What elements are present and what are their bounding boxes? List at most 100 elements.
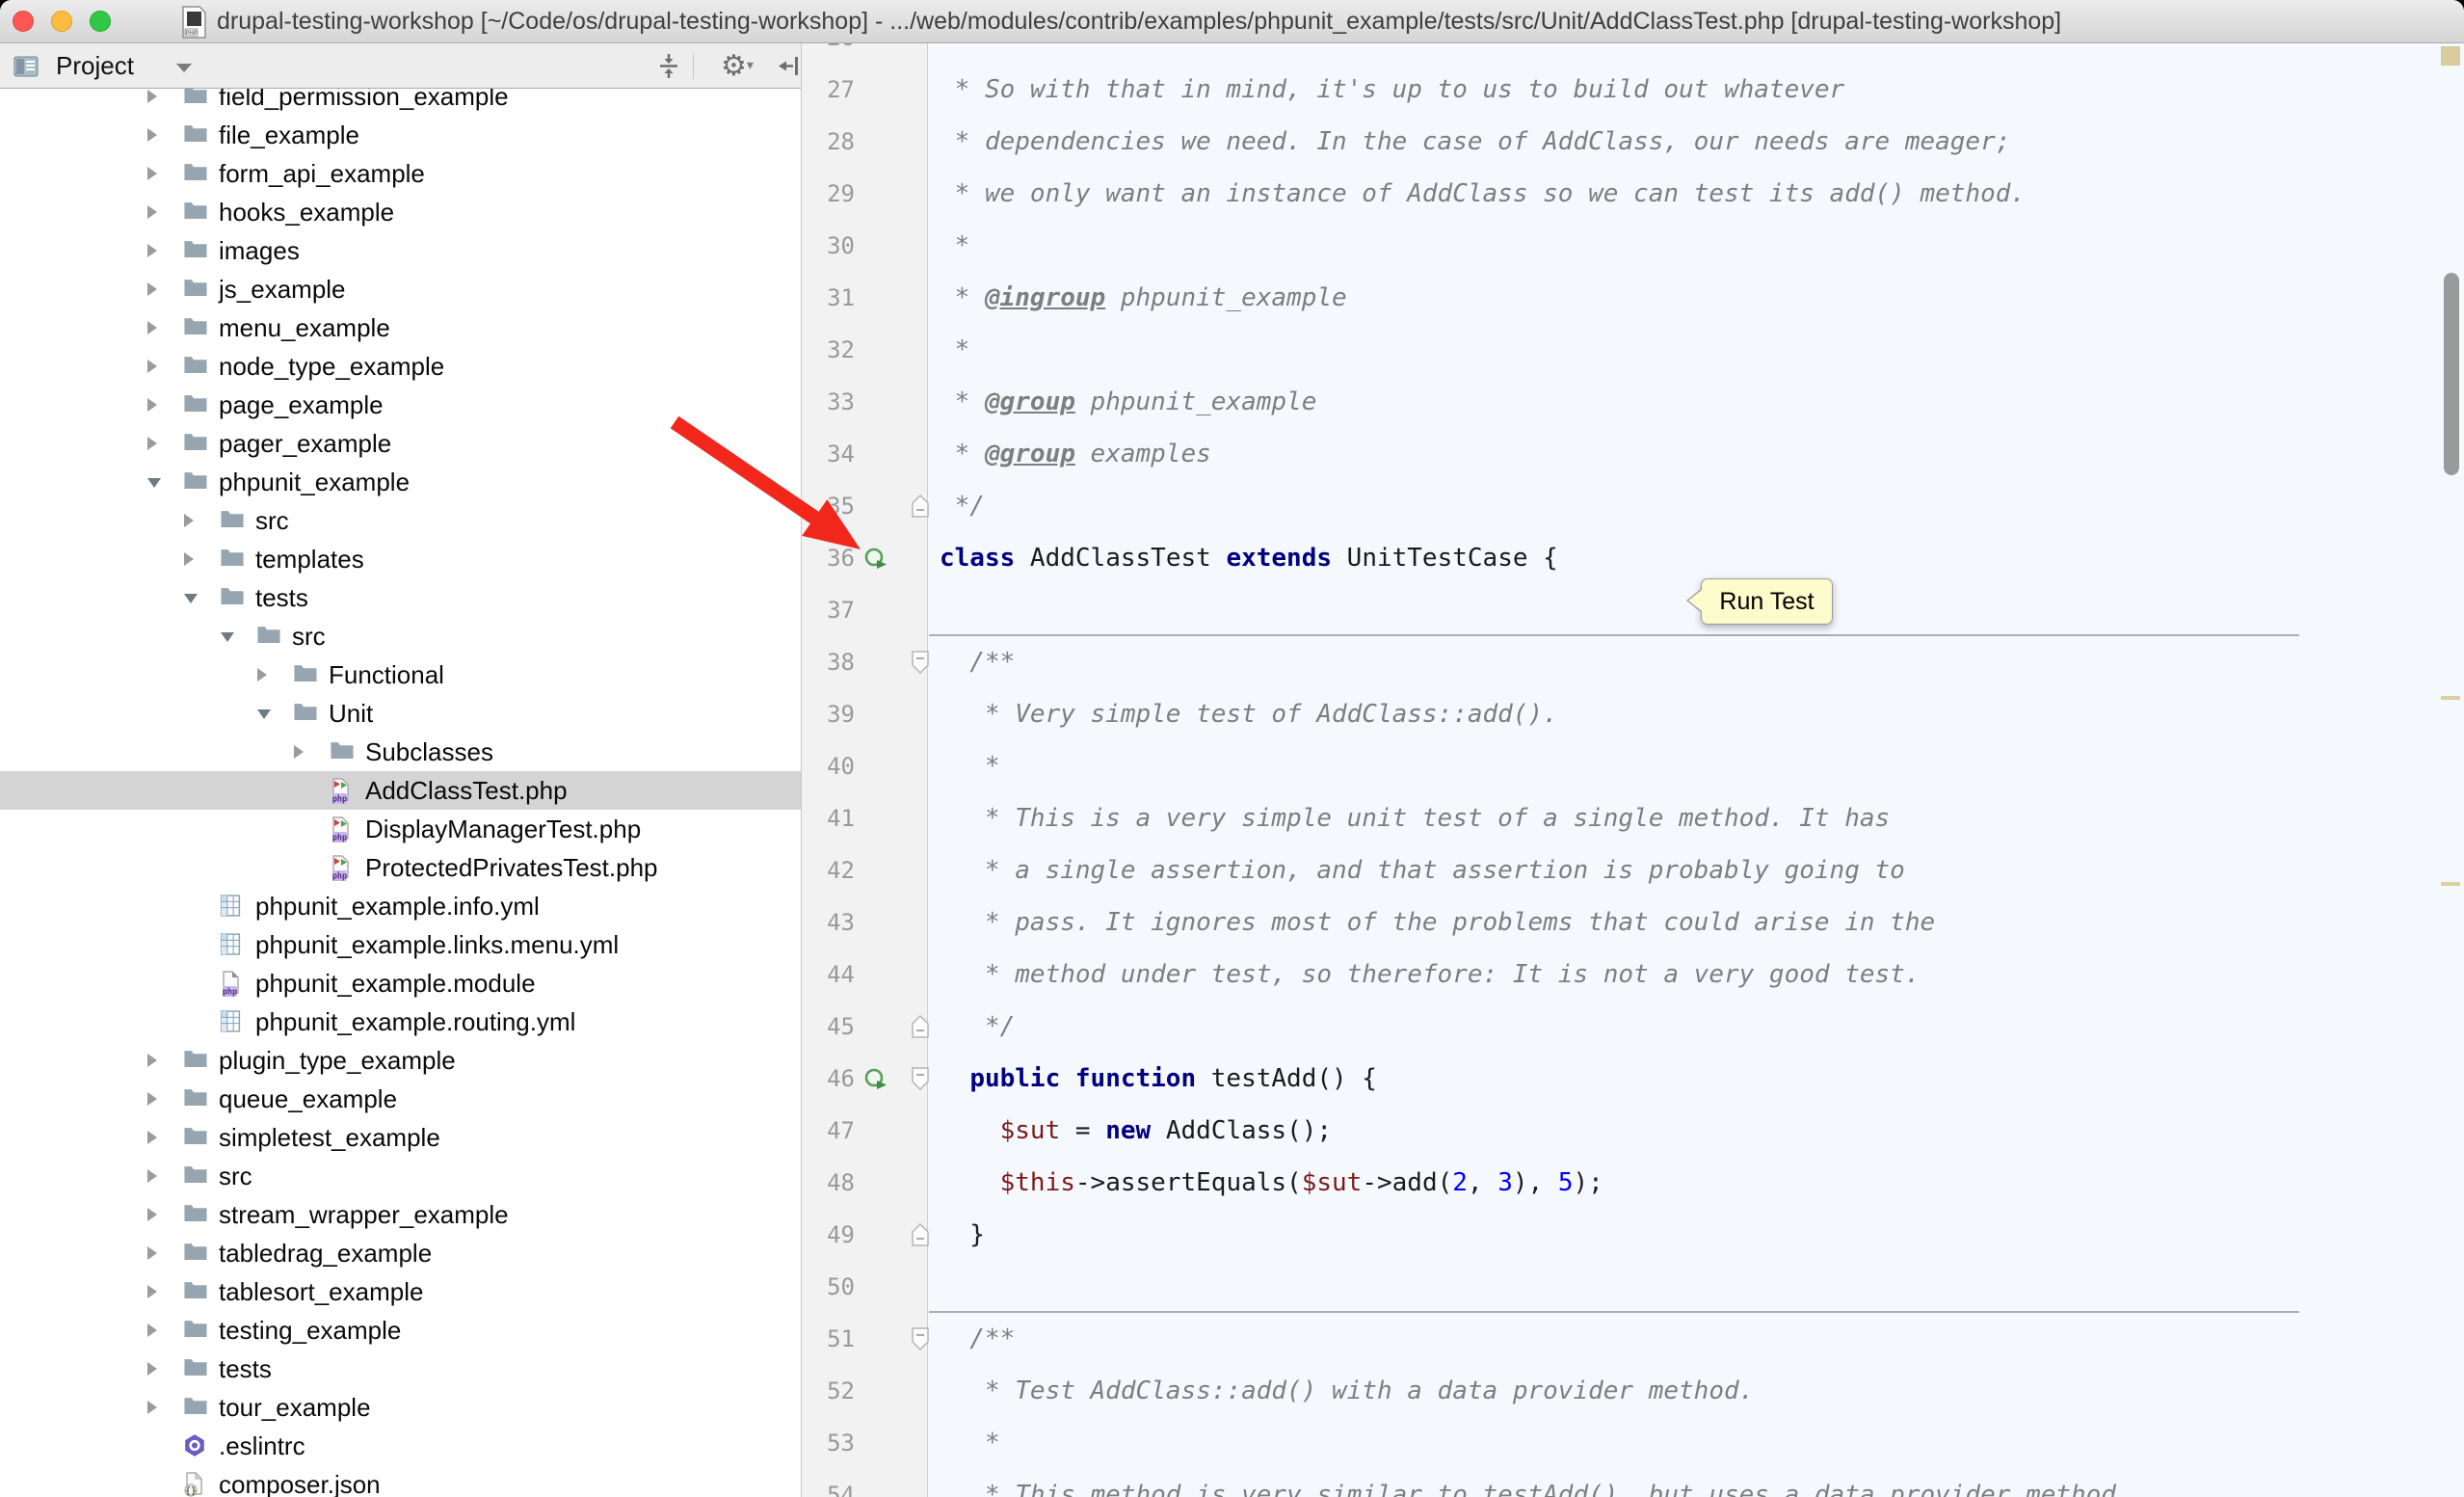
chevron-right-icon[interactable] <box>184 514 194 527</box>
chevron-right-icon[interactable] <box>147 321 157 334</box>
fold-marker-icon[interactable] <box>912 1067 929 1090</box>
code-line-49[interactable]: } <box>940 1209 985 1261</box>
fold-marker-icon[interactable] <box>912 651 929 674</box>
stripe-warning-mark[interactable] <box>2441 882 2460 886</box>
tree-item-functional[interactable]: Functional <box>0 655 801 694</box>
run-test-gutter-icon[interactable] <box>863 547 888 572</box>
tree-item-form-api-example[interactable]: form_api_example <box>0 154 801 193</box>
tree-item-phpunit-example-links-menu-yml[interactable]: phpunit_example.links.menu.yml <box>0 925 801 964</box>
code-line-45[interactable]: */ <box>940 1001 1015 1053</box>
code-line-51[interactable]: /** <box>940 1313 1015 1365</box>
tree-item-addclasstest-php[interactable]: phpAddClassTest.php <box>0 771 801 810</box>
run-test-tooltip[interactable]: Run Test <box>1701 578 1833 625</box>
code-line-47[interactable]: $sut = new AddClass(); <box>940 1105 1332 1157</box>
code-line-52[interactable]: * Test AddClass::add() with a data provi… <box>940 1365 1754 1417</box>
project-panel-title[interactable]: Project <box>56 43 134 89</box>
chevron-right-icon[interactable] <box>147 1092 157 1106</box>
chevron-right-icon[interactable] <box>147 167 157 180</box>
tree-item-file-example[interactable]: file_example <box>0 116 801 154</box>
code-line-35[interactable]: */ <box>940 480 985 532</box>
code-line-36[interactable]: class AddClassTest extends UnitTestCase … <box>940 532 1558 584</box>
tree-item-hooks-example[interactable]: hooks_example <box>0 193 801 231</box>
code-line-48[interactable]: $this->assertEquals($sut->add(2, 3), 5); <box>940 1157 1603 1209</box>
tree-item-phpunit-example-info-yml[interactable]: phpunit_example.info.yml <box>0 887 801 925</box>
chevron-right-icon[interactable] <box>184 552 194 566</box>
code-line-38[interactable]: /** <box>940 636 1015 688</box>
chevron-right-icon[interactable] <box>147 1131 157 1144</box>
tree-item-composer-json[interactable]: {}composer.json <box>0 1465 801 1497</box>
tree-item-plugin-type-example[interactable]: plugin_type_example <box>0 1041 801 1080</box>
chevron-right-icon[interactable] <box>147 205 157 219</box>
code-line-40[interactable]: * <box>940 740 1000 792</box>
chevron-right-icon[interactable] <box>147 1246 157 1260</box>
tree-item-tablesort-example[interactable]: tablesort_example <box>0 1272 801 1311</box>
zoom-button[interactable] <box>90 11 111 32</box>
tree-item-subclasses[interactable]: Subclasses <box>0 733 801 771</box>
code-line-42[interactable]: * a single assertion, and that assertion… <box>940 844 1905 896</box>
chevron-right-icon[interactable] <box>147 1401 157 1414</box>
chevron-right-icon[interactable] <box>147 1285 157 1298</box>
chevron-right-icon[interactable] <box>147 1362 157 1376</box>
hide-panel-icon[interactable] <box>777 53 802 84</box>
code-line-44[interactable]: * method under test, so therefore: It is… <box>940 949 1920 1001</box>
tree-item-simpletest-example[interactable]: simpletest_example <box>0 1118 801 1157</box>
tree-item-displaymanagertest-php[interactable]: phpDisplayManagerTest.php <box>0 810 801 848</box>
editor-scrollbar-thumb[interactable] <box>2444 273 2459 475</box>
code-line-54[interactable]: * This method is very similar to testAdd… <box>940 1469 2116 1497</box>
tree-item-src[interactable]: src <box>0 617 801 655</box>
chevron-right-icon[interactable] <box>257 668 267 682</box>
code-line-30[interactable]: * <box>940 220 969 272</box>
tree-item-phpunit-example-module[interactable]: phpphpunit_example.module <box>0 964 801 1002</box>
chevron-right-icon[interactable] <box>147 1323 157 1337</box>
code-line-27[interactable]: * So with that in mind, it's up to us to… <box>940 64 1844 116</box>
tree-item-tests[interactable]: tests <box>0 578 801 617</box>
chevron-right-icon[interactable] <box>147 360 157 373</box>
code-line-28[interactable]: * dependencies we need. In the case of A… <box>940 116 2010 168</box>
chevron-right-icon[interactable] <box>147 437 157 450</box>
chevron-right-icon[interactable] <box>147 398 157 412</box>
tree-item-images[interactable]: images <box>0 231 801 270</box>
chevron-down-icon[interactable] <box>147 478 161 488</box>
chevron-right-icon[interactable] <box>147 244 157 257</box>
tree-item-protectedprivatestest-php[interactable]: phpProtectedPrivatesTest.php <box>0 848 801 887</box>
chevron-right-icon[interactable] <box>147 1169 157 1183</box>
tree-item-queue-example[interactable]: queue_example <box>0 1080 801 1118</box>
tree-item-phpunit-example[interactable]: phpunit_example <box>0 463 801 501</box>
code-line-31[interactable]: * @ingroup phpunit_example <box>940 272 1347 324</box>
tree-item-node-type-example[interactable]: node_type_example <box>0 347 801 386</box>
run-test-gutter-icon[interactable] <box>863 1067 888 1092</box>
tree-item-testing-example[interactable]: testing_example <box>0 1311 801 1350</box>
tree-item-phpunit-example-routing-yml[interactable]: phpunit_example.routing.yml <box>0 1002 801 1041</box>
chevron-down-icon[interactable] <box>184 594 198 603</box>
code-line-34[interactable]: * @group examples <box>940 428 1211 480</box>
tree-item-src[interactable]: src <box>0 501 801 540</box>
code-line-43[interactable]: * pass. It ignores most of the problems … <box>940 896 1935 949</box>
fold-marker-icon[interactable] <box>912 495 929 518</box>
stripe-warning-mark[interactable] <box>2441 46 2460 66</box>
code-line-33[interactable]: * @group phpunit_example <box>940 376 1316 428</box>
code-line-29[interactable]: * we only want an instance of AddClass s… <box>940 168 2026 220</box>
fold-marker-icon[interactable] <box>912 1015 929 1038</box>
tree-item-tests[interactable]: tests <box>0 1350 801 1388</box>
tree-item-templates[interactable]: templates <box>0 540 801 578</box>
tree-item--eslintrc[interactable]: .eslintrc <box>0 1427 801 1465</box>
tree-item-stream-wrapper-example[interactable]: stream_wrapper_example <box>0 1195 801 1234</box>
chevron-right-icon[interactable] <box>147 1208 157 1221</box>
chevron-right-icon[interactable] <box>147 90 157 103</box>
tree-item-tour-example[interactable]: tour_example <box>0 1388 801 1427</box>
tree-item-page-example[interactable]: page_example <box>0 386 801 424</box>
tree-item-pager-example[interactable]: pager_example <box>0 424 801 463</box>
chevron-right-icon[interactable] <box>147 1054 157 1067</box>
tree-item-unit[interactable]: Unit <box>0 694 801 733</box>
stripe-warning-mark[interactable] <box>2441 696 2460 700</box>
tree-item-menu-example[interactable]: menu_example <box>0 308 801 347</box>
code-line-53[interactable]: * <box>940 1417 1000 1469</box>
minimize-button[interactable] <box>51 11 72 32</box>
code-editor[interactable]: 2627 * So with that in mind, it's up to … <box>802 43 2464 1497</box>
tree-item-js-example[interactable]: js_example <box>0 270 801 308</box>
chevron-down-icon[interactable] <box>257 709 271 719</box>
code-line-41[interactable]: * This is a very simple unit test of a s… <box>940 792 1890 844</box>
code-line-46[interactable]: public function testAdd() { <box>940 1053 1377 1105</box>
chevron-right-icon[interactable] <box>147 128 157 142</box>
close-button[interactable] <box>13 11 34 32</box>
